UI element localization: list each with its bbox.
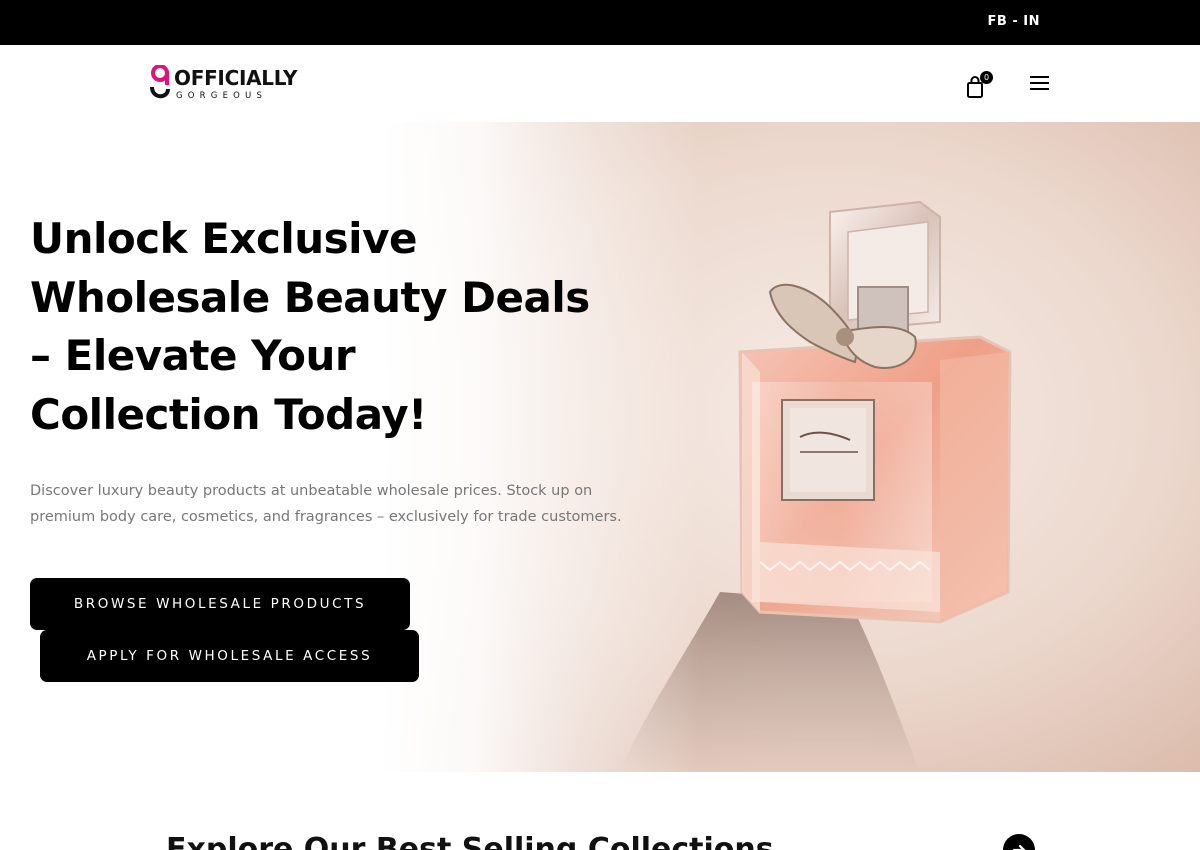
collections-title: Explore Our Best Selling Collections xyxy=(166,832,774,850)
menu-button[interactable] xyxy=(1030,76,1050,92)
cart-count-badge: 0 xyxy=(980,71,993,84)
hero-title: Unlock Exclusive Wholesale Beauty Deals … xyxy=(30,214,590,439)
logo-mark-icon xyxy=(150,65,170,99)
hamburger-icon xyxy=(1030,76,1049,78)
hero-description: Discover luxury beauty products at unbea… xyxy=(30,483,622,525)
cart-button[interactable]: 0 xyxy=(966,71,993,99)
site-logo[interactable]: OFFICIALLY GORGEOUS xyxy=(149,65,309,105)
logo-wordmark: OFFICIALLY xyxy=(174,66,298,90)
collections-next-button[interactable] xyxy=(1003,834,1035,850)
logo-tagline: GORGEOUS xyxy=(176,91,268,101)
site-header: OFFICIALLY GORGEOUS 0 xyxy=(0,45,1200,122)
top-bar: FB - IN xyxy=(0,0,1200,45)
hamburger-line xyxy=(1030,88,1049,90)
hero-section: Unlock Exclusive Wholesale Beauty Deals … xyxy=(0,122,1200,772)
browse-wholesale-button[interactable]: BROWSE WHOLESALE PRODUCTS xyxy=(30,578,410,630)
hamburger-line xyxy=(1030,82,1049,84)
apply-wholesale-button[interactable]: APPLY FOR WHOLESALE ACCESS xyxy=(40,630,419,682)
social-links[interactable]: FB - IN xyxy=(988,14,1040,29)
arrow-right-icon xyxy=(1012,844,1026,850)
